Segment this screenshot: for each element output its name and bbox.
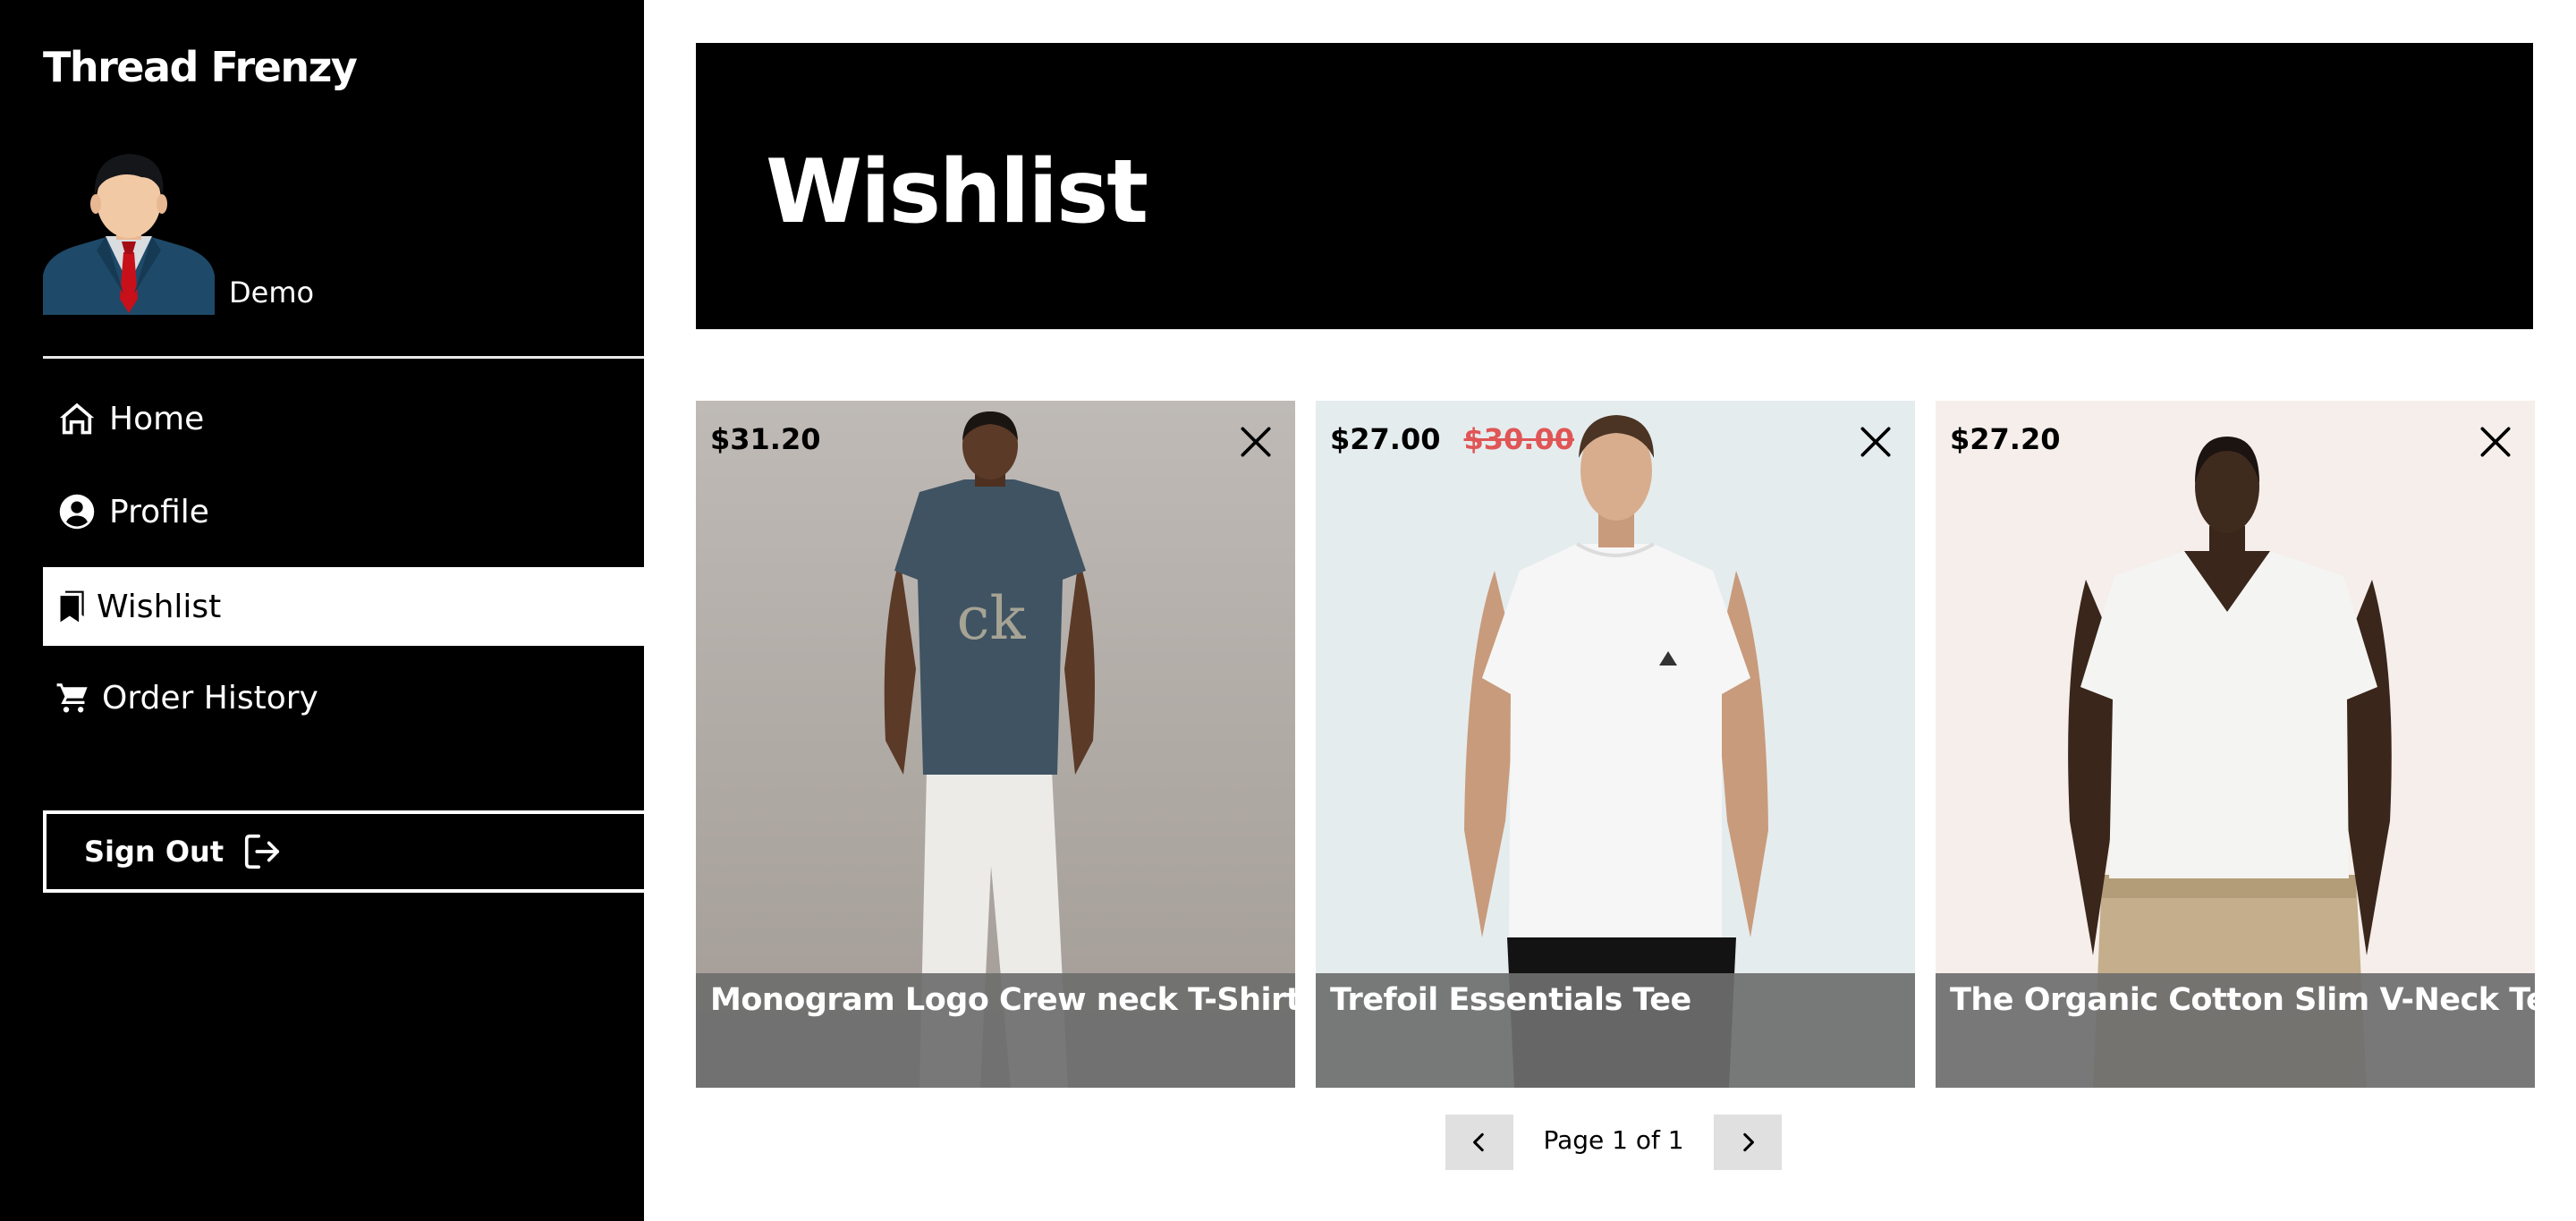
card-caption: The Organic Cotton Slim V-Neck Tee bbox=[1936, 973, 2535, 1088]
product-name[interactable]: Trefoil Essentials Tee bbox=[1330, 982, 1691, 1018]
bookmarks-icon bbox=[54, 585, 91, 628]
remove-from-wishlist-button[interactable] bbox=[1236, 422, 1275, 462]
price-row: $27.00 $30.00 bbox=[1330, 422, 1574, 456]
cart-icon bbox=[54, 676, 91, 719]
sidebar-item-label: Order History bbox=[102, 679, 318, 716]
previous-page-button[interactable] bbox=[1445, 1115, 1513, 1170]
sidebar-item-label: Wishlist bbox=[97, 588, 222, 625]
original-price: $30.00 bbox=[1463, 422, 1574, 456]
avatar bbox=[43, 154, 215, 315]
price: $27.20 bbox=[1950, 422, 2061, 456]
sidebar-item-home[interactable]: Home bbox=[43, 379, 644, 458]
svg-text:ck: ck bbox=[957, 584, 1027, 653]
product-name[interactable]: Monogram Logo Crew neck T-Shirt bbox=[710, 982, 1295, 1018]
next-page-button[interactable] bbox=[1714, 1115, 1782, 1170]
wishlist-card[interactable]: $27.20 The Organic Cotton Slim V-Neck Te… bbox=[1936, 401, 2535, 1088]
sidebar: Thread Frenzy Demo Home Profile Wishlist… bbox=[0, 0, 644, 1221]
sidebar-item-profile[interactable]: Profile bbox=[43, 472, 644, 551]
chevron-right-icon bbox=[1743, 1132, 1754, 1152]
sidebar-item-wishlist[interactable]: Wishlist bbox=[43, 567, 644, 646]
price-row: $27.20 bbox=[1950, 422, 2060, 456]
page-title: Wishlist bbox=[766, 141, 1148, 243]
close-icon bbox=[1241, 427, 1271, 457]
sidebar-item-order-history[interactable]: Order History bbox=[43, 658, 644, 737]
close-icon bbox=[2480, 427, 2511, 457]
sign-out-button[interactable]: Sign Out bbox=[43, 810, 644, 893]
brand-logo[interactable]: Thread Frenzy bbox=[43, 43, 358, 91]
page-header: Wishlist bbox=[696, 43, 2533, 329]
remove-from-wishlist-button[interactable] bbox=[1856, 422, 1895, 462]
price: $31.20 bbox=[710, 422, 821, 456]
sidebar-item-label: Profile bbox=[109, 493, 209, 530]
card-caption: Trefoil Essentials Tee bbox=[1316, 973, 1915, 1088]
sidebar-item-label: Home bbox=[109, 400, 205, 437]
username: Demo bbox=[229, 276, 315, 309]
user-circle-icon bbox=[55, 490, 98, 533]
wishlist-card[interactable]: ck $31.20 Monogram Logo Crew neck T-Shir… bbox=[696, 401, 1295, 1088]
sidebar-divider bbox=[43, 356, 644, 359]
sign-out-label: Sign Out bbox=[84, 835, 225, 869]
wishlist-card[interactable]: $27.00 $30.00 Trefoil Essentials Tee bbox=[1316, 401, 1915, 1088]
close-icon bbox=[1860, 427, 1891, 457]
home-icon bbox=[55, 397, 98, 440]
price-row: $31.20 bbox=[710, 422, 820, 456]
remove-from-wishlist-button[interactable] bbox=[2476, 422, 2515, 462]
chevron-left-icon bbox=[1473, 1132, 1484, 1152]
product-name[interactable]: The Organic Cotton Slim V-Neck Tee bbox=[1950, 982, 2535, 1018]
card-caption: Monogram Logo Crew neck T-Shirt bbox=[696, 973, 1295, 1088]
price: $27.00 bbox=[1330, 422, 1441, 456]
page-indicator: Page 1 of 1 bbox=[1543, 1125, 1684, 1155]
sign-out-icon bbox=[240, 830, 284, 873]
